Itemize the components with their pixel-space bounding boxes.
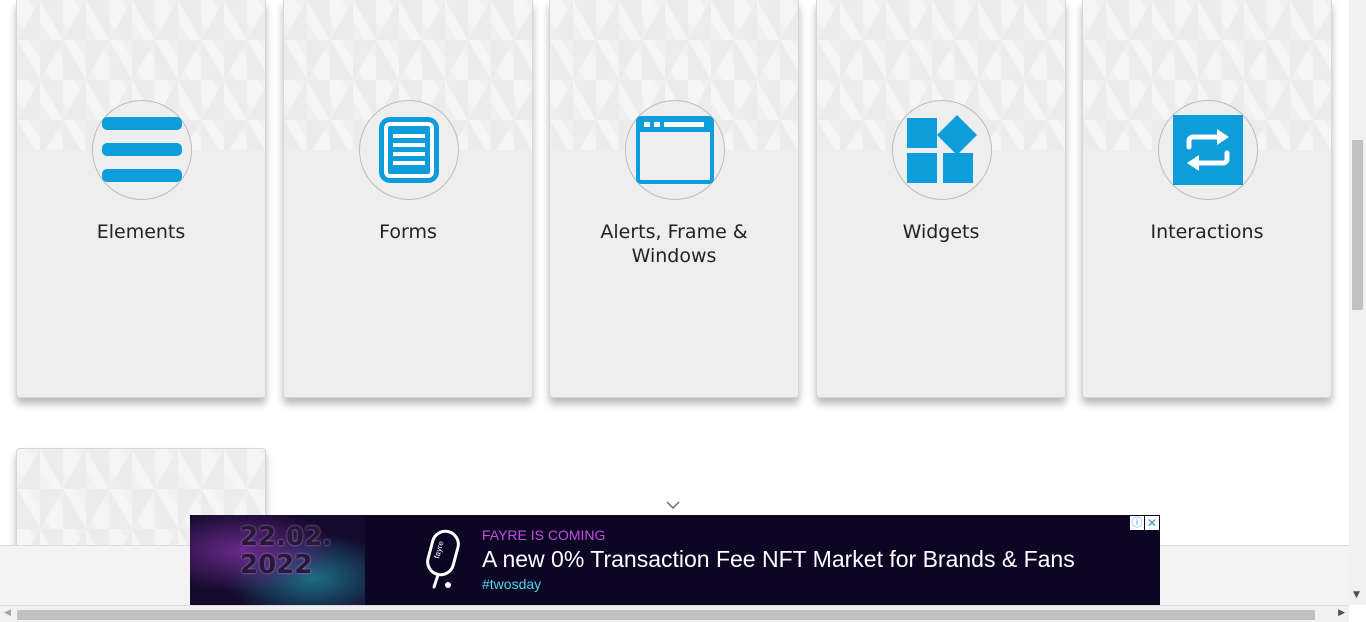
repeat-icon <box>1173 115 1243 185</box>
scroll-left-arrow-icon[interactable]: ◀ <box>4 608 11 618</box>
card-alerts-frame-windows[interactable]: Alerts, Frame & Windows <box>549 0 799 398</box>
vertical-scrollbar-thumb[interactable] <box>1352 140 1363 310</box>
hamburger-icon <box>102 117 182 182</box>
ad-banner[interactable]: 22.02.2022 fayre FAYRE IS COMING A new 0… <box>190 515 1160 605</box>
card-title: Interactions <box>1150 221 1264 243</box>
card-avatar <box>92 100 192 200</box>
info-icon[interactable]: ⓘ <box>1130 516 1144 530</box>
card-interactions[interactable]: Interactions <box>1082 0 1332 398</box>
ad-art-text: 22.02.2022 <box>240 522 333 580</box>
close-icon[interactable]: ✕ <box>1145 516 1159 530</box>
card-avatar <box>1158 100 1258 200</box>
card-title: Forms <box>379 221 437 243</box>
horizontal-scrollbar-thumb[interactable] <box>17 610 1315 620</box>
document-icon <box>379 117 439 183</box>
svg-text:fayre: fayre <box>432 539 445 559</box>
card-forms[interactable]: Forms <box>283 0 533 398</box>
scroll-down-arrow-icon[interactable]: ▼ <box>1353 590 1360 600</box>
card-avatar <box>892 100 992 200</box>
card-avatar <box>625 100 725 200</box>
horizontal-scrollbar[interactable]: ◀ ▶ <box>0 605 1349 622</box>
card-avatar <box>359 100 459 200</box>
widgets-icon <box>907 115 977 183</box>
scroll-right-arrow-icon[interactable]: ▶ <box>1338 608 1345 618</box>
ad-kicker: FAYRE IS COMING <box>482 527 606 543</box>
card-widgets[interactable]: Widgets <box>816 0 1066 398</box>
card-title: Elements <box>96 221 186 243</box>
card-elements[interactable]: Elements <box>16 0 266 398</box>
card-title: Alerts, Frame & Windows <box>600 221 748 267</box>
card-title: Widgets <box>902 221 980 243</box>
ad-hashtag: #twosday <box>482 576 542 592</box>
chevron-down-icon[interactable] <box>666 500 680 510</box>
vertical-scrollbar[interactable]: ▼ <box>1349 0 1366 605</box>
ad-headline[interactable]: A new 0% Transaction Fee NFT Market for … <box>482 546 1075 573</box>
ad-artwork: 22.02.2022 <box>190 515 365 605</box>
fayre-logo-icon: fayre <box>426 529 460 589</box>
page: Elements Forms Alerts, Frame & Windows W… <box>0 0 1366 622</box>
browser-window-icon <box>636 116 714 184</box>
